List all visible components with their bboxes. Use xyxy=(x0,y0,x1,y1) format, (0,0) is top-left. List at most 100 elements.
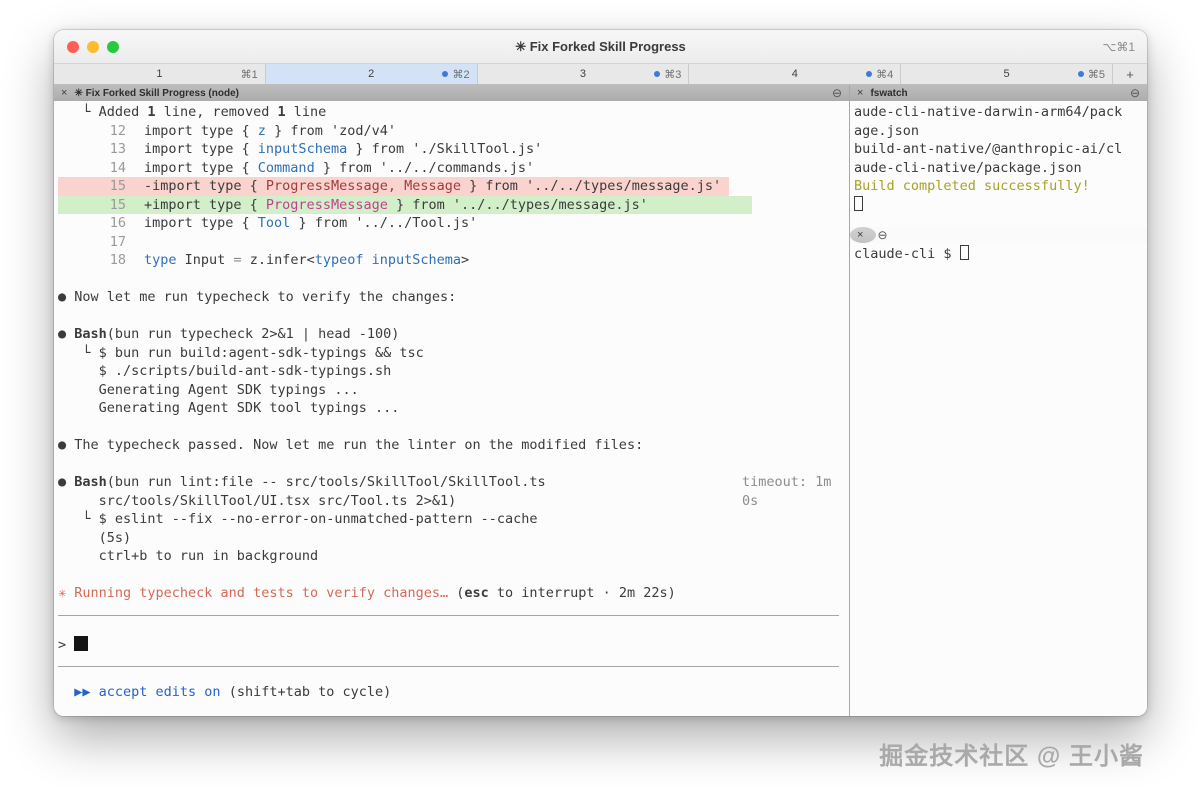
pane-menu-icon[interactable]: ⊖ xyxy=(832,86,842,100)
text-segment: Bash xyxy=(74,326,107,342)
text-segment: └ $ bun run build:agent-sdk-typings && t… xyxy=(58,344,424,361)
minimize-window-button[interactable] xyxy=(87,40,99,53)
pane-menu-icon[interactable]: ⊖ xyxy=(877,228,887,242)
activity-dot-icon xyxy=(1077,71,1084,77)
text-segment: esc xyxy=(464,585,489,601)
window-title: ✳ Fix Forked Skill Progress xyxy=(515,38,686,54)
text-segment: } from xyxy=(314,159,380,176)
traffic-lights xyxy=(67,40,119,53)
tab-number: 3 xyxy=(579,68,587,80)
text-segment: age.json xyxy=(854,122,920,139)
line-number: 16 xyxy=(109,215,126,231)
text-segment: z xyxy=(257,122,266,139)
text-segment: (5s) xyxy=(58,529,132,546)
terminal-line: 13 import type { inputSchema } from './Sk… xyxy=(58,140,845,159)
terminal-cursor xyxy=(959,245,969,260)
pane-header-math[interactable]: × ✳ Math Problem (-zsh) ⊖ xyxy=(850,227,888,243)
text-segment: Build completed successfully! xyxy=(854,178,1090,194)
terminal-line: ● The typecheck passed. Now let me run t… xyxy=(58,436,845,455)
text-segment: import type { xyxy=(144,122,258,139)
terminal-line: Build completed successfully! xyxy=(854,177,1143,196)
activity-dot-icon xyxy=(654,71,661,77)
tab-number: 1 xyxy=(156,68,163,80)
tab-shortcut: ⌘2 xyxy=(442,68,470,81)
terminal-line: 16 import type { Tool } from '../../Tool.… xyxy=(58,214,845,233)
text-segment: ● xyxy=(58,474,75,490)
terminal-line: build-ant-native/@anthropic-ai/cl xyxy=(854,140,1143,159)
separator-rule xyxy=(58,614,839,630)
tab-shortcut: ⌘5 xyxy=(1077,68,1105,81)
terminal-line: 12 import type { z } from 'zod/v4' xyxy=(58,122,845,141)
text-segment: aude-cli-native/package.json xyxy=(854,159,1082,176)
text-segment xyxy=(58,684,74,700)
text-segment: inputSchema xyxy=(371,252,462,268)
terminal-line: 18 type Input = z.infer<typeof inputSchem… xyxy=(58,251,845,270)
text-segment: type xyxy=(144,252,177,268)
terminal-line: claude-cli $ xyxy=(854,245,1143,264)
text-segment: } from xyxy=(347,141,413,157)
tab-2[interactable]: 2 ⌘2 xyxy=(265,64,478,84)
pane-header-main[interactable]: × ✳ Fix Forked Skill Progress (node) ⊖ xyxy=(54,85,849,101)
text-segment: '../../commands.js' xyxy=(379,159,535,176)
text-segment: typeof xyxy=(314,252,364,268)
text-segment: '../../types/message.js' xyxy=(526,178,722,194)
tab-3[interactable]: 3 ⌘3 xyxy=(478,64,690,84)
window-titlebar[interactable]: ✳ Fix Forked Skill Progress ⌥⌘1 xyxy=(54,30,1147,64)
text-segment: line xyxy=(285,104,327,120)
text-segment: > xyxy=(461,252,470,268)
text-segment: z.infer< xyxy=(241,252,315,268)
text-segment: -import type { xyxy=(144,178,266,194)
pane-title: fswatch xyxy=(870,87,908,99)
terminal-line: └ $ eslint --fix --no-error-on-unmatched… xyxy=(58,510,845,529)
close-pane-icon[interactable]: × xyxy=(857,87,863,99)
line-number: 13 xyxy=(109,141,126,157)
fswatch-terminal[interactable]: aude-cli-native-darwin-arm64/pack age.jso… xyxy=(850,101,1147,227)
terminal-line: 14 import type { Command } from '../../co… xyxy=(58,159,845,178)
text-segment: src/tools/SkillTool/UI.tsx src/Tool.ts 2… xyxy=(58,492,457,509)
text-segment: 'zod/v4' xyxy=(330,122,396,139)
text-segment: ● xyxy=(58,326,75,342)
window-shortcut-hint: ⌥⌘1 xyxy=(1102,39,1135,54)
text-segment: (bun run lint:file -- src/tools/SkillToo… xyxy=(106,474,546,490)
window-content: × ✳ Fix Forked Skill Progress (node) ⊖ └… xyxy=(54,85,1147,716)
tab-5[interactable]: 5 ⌘5 xyxy=(901,64,1113,84)
terminal-line: 17 xyxy=(58,233,845,252)
close-window-button[interactable] xyxy=(67,40,79,53)
tab-shortcut: ⌘4 xyxy=(866,68,893,81)
tab-number: 5 xyxy=(1003,68,1010,80)
text-segment: ProgressMessage, Message xyxy=(265,178,461,194)
math-problem-terminal[interactable]: claude-cli $ xyxy=(850,243,1147,716)
text-segment: '../../Tool.js' xyxy=(355,215,478,231)
terminal-line: Generating Agent SDK tool typings ... xyxy=(58,399,845,418)
new-tab-button[interactable]: + xyxy=(1113,64,1147,84)
close-pane-icon[interactable]: × xyxy=(61,87,67,99)
text-segment: > xyxy=(58,636,75,653)
text-segment: Generating Agent SDK typings ... xyxy=(58,381,359,398)
zoom-window-button[interactable] xyxy=(107,40,119,53)
terminal-line: └ Added 1 line, removed 1 line xyxy=(58,103,845,122)
text-segment: import type { xyxy=(144,215,258,231)
text-segment: '../../types/message.js' xyxy=(452,196,648,213)
pane-menu-icon[interactable]: ⊖ xyxy=(1130,86,1140,100)
tab-4[interactable]: 4 ⌘4 xyxy=(689,64,902,84)
terminal-line: age.json xyxy=(854,122,1143,141)
tab-shortcut: ⌘3 xyxy=(654,68,681,81)
text-segment: build-ant-native/@anthropic-ai/cl xyxy=(854,141,1123,157)
tab-1[interactable]: 1 ⌘1 xyxy=(54,64,266,84)
tab-shortcut: ⌘1 xyxy=(240,68,258,81)
text-segment: inputSchema xyxy=(257,141,348,157)
close-pane-icon[interactable]: × xyxy=(857,229,863,241)
tab-bar: 1 ⌘1 2 ⌘2 3 ⌘3 4 ⌘4 5 ⌘5 + xyxy=(54,64,1147,85)
terminal-line: 15 -import type { ProgressMessage, Messag… xyxy=(58,177,845,196)
text-segment: } from xyxy=(387,196,453,213)
terminal-line: └ $ bun run build:agent-sdk-typings && t… xyxy=(58,344,845,363)
terminal-line: ● Now let me run typecheck to verify the… xyxy=(58,288,845,307)
pane-header-fswatch[interactable]: × fswatch ⊖ xyxy=(850,85,1147,101)
claude-session-terminal[interactable]: └ Added 1 line, removed 1 line 12 import t… xyxy=(54,101,849,716)
text-segment: 1 xyxy=(277,104,286,120)
terminal-line xyxy=(854,195,1143,215)
